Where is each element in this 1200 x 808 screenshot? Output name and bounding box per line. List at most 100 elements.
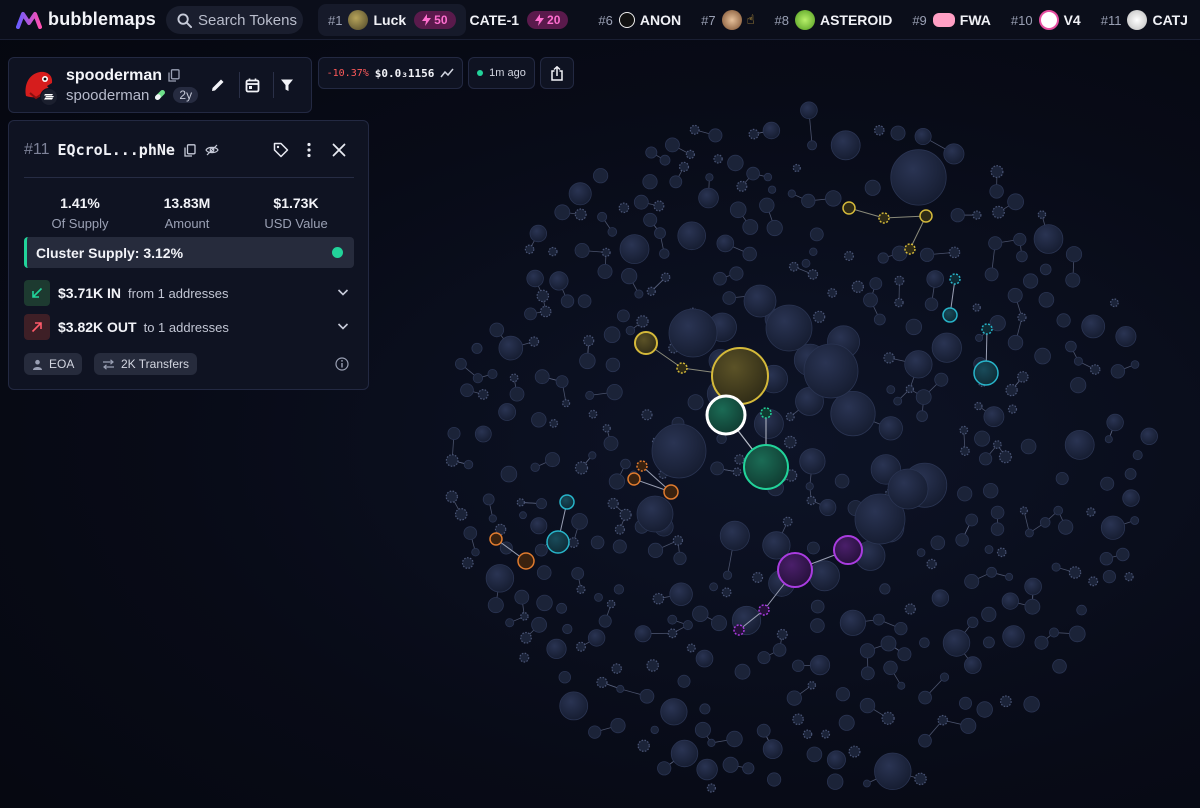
holder-bubble[interactable] bbox=[471, 548, 480, 557]
holder-bubble[interactable] bbox=[993, 440, 1002, 450]
holder-bubble[interactable] bbox=[787, 189, 796, 198]
selected-wallet-bubble[interactable] bbox=[705, 394, 747, 436]
holder-bubble[interactable] bbox=[613, 584, 625, 595]
holder-bubble[interactable] bbox=[670, 739, 699, 768]
holder-bubble[interactable] bbox=[1023, 696, 1040, 713]
holder-bubble[interactable] bbox=[1007, 287, 1023, 303]
holder-bubble[interactable] bbox=[955, 533, 969, 547]
holder-bubble[interactable] bbox=[989, 184, 1004, 199]
holder-bubble[interactable] bbox=[1132, 450, 1143, 461]
holder-bubble[interactable] bbox=[732, 467, 742, 477]
holder-bubble[interactable] bbox=[477, 389, 489, 400]
holder-bubble[interactable] bbox=[1102, 569, 1117, 584]
holder-bubble[interactable] bbox=[887, 468, 929, 510]
holder-bubble[interactable] bbox=[937, 714, 949, 726]
holder-bubble[interactable] bbox=[748, 128, 760, 140]
holder-bubble[interactable] bbox=[931, 332, 962, 363]
holder-bubble[interactable] bbox=[576, 584, 586, 594]
holder-bubble[interactable] bbox=[463, 526, 478, 540]
holder-bubble[interactable] bbox=[964, 574, 980, 590]
cluster-bubble-green[interactable] bbox=[743, 444, 789, 490]
holder-bubble[interactable] bbox=[1124, 572, 1134, 582]
holder-bubble[interactable] bbox=[819, 498, 837, 516]
holder-bubble[interactable] bbox=[520, 631, 532, 644]
holder-bubble[interactable] bbox=[863, 292, 878, 308]
holder-bubble[interactable] bbox=[803, 343, 859, 399]
holder-bubble[interactable] bbox=[807, 140, 818, 151]
holder-bubble[interactable] bbox=[530, 462, 540, 473]
holder-bubble[interactable] bbox=[594, 593, 603, 602]
holder-bubble[interactable] bbox=[801, 258, 811, 268]
holder-bubble[interactable] bbox=[1053, 505, 1063, 516]
holder-bubble[interactable] bbox=[646, 659, 659, 672]
holder-bubble[interactable] bbox=[1020, 438, 1037, 455]
holder-bubble[interactable] bbox=[736, 180, 748, 192]
holder-bubble[interactable] bbox=[1115, 325, 1137, 347]
holder-bubble[interactable] bbox=[694, 721, 711, 738]
holder-bubble[interactable] bbox=[759, 197, 775, 214]
holder-bubble[interactable] bbox=[1034, 635, 1049, 650]
holder-bubble[interactable] bbox=[873, 125, 885, 136]
holder-bubble[interactable] bbox=[809, 654, 831, 676]
holder-bubble[interactable] bbox=[713, 154, 723, 164]
search-tokens-button[interactable]: Search Tokens bbox=[166, 6, 303, 34]
holder-bubble[interactable] bbox=[534, 543, 548, 557]
holder-bubble[interactable] bbox=[914, 127, 932, 145]
holder-bubble[interactable] bbox=[879, 583, 891, 595]
holder-bubble[interactable] bbox=[916, 548, 926, 557]
holder-bubble[interactable] bbox=[509, 386, 525, 402]
holder-bubble[interactable] bbox=[848, 745, 861, 758]
holder-bubble[interactable] bbox=[905, 318, 923, 336]
holder-bubble[interactable] bbox=[713, 271, 727, 286]
holder-bubble[interactable] bbox=[883, 660, 898, 676]
holder-bubble[interactable] bbox=[1065, 246, 1083, 263]
holder-bubble[interactable] bbox=[471, 342, 483, 354]
holder-bubble[interactable] bbox=[514, 589, 530, 605]
holder-bubble[interactable] bbox=[890, 149, 947, 206]
holder-bubble[interactable] bbox=[488, 514, 497, 523]
holder-bubble[interactable] bbox=[785, 412, 795, 422]
holder-bubble[interactable] bbox=[957, 486, 973, 502]
holder-bubble[interactable] bbox=[990, 505, 1005, 520]
holder-bubble[interactable] bbox=[1088, 576, 1099, 587]
holder-bubble[interactable] bbox=[516, 498, 526, 507]
holder-bubble[interactable] bbox=[904, 603, 916, 615]
filter-button[interactable] bbox=[273, 71, 301, 99]
cluster-bubble-yellow[interactable] bbox=[878, 212, 890, 224]
holder-bubble[interactable] bbox=[976, 701, 993, 718]
holder-bubble[interactable] bbox=[1016, 371, 1029, 383]
holder-bubble[interactable] bbox=[924, 297, 939, 311]
holder-bubble[interactable] bbox=[1024, 577, 1042, 596]
holder-bubble[interactable] bbox=[1068, 566, 1082, 579]
app-logo[interactable]: bubblemaps bbox=[16, 9, 166, 30]
holder-bubble[interactable] bbox=[859, 697, 876, 714]
token-avatar[interactable] bbox=[20, 66, 58, 106]
cluster-bubble-green[interactable] bbox=[760, 407, 772, 419]
holder-bubble[interactable] bbox=[726, 730, 743, 748]
holder-bubble[interactable] bbox=[986, 566, 997, 578]
transfers-tag[interactable]: 2K Transfers bbox=[94, 353, 198, 375]
holder-bubble[interactable] bbox=[677, 221, 706, 251]
holder-bubble[interactable] bbox=[556, 602, 567, 614]
holder-bubble[interactable] bbox=[894, 621, 908, 636]
holder-bubble[interactable] bbox=[930, 535, 946, 551]
holder-bubble[interactable] bbox=[1140, 427, 1158, 446]
holder-bubble[interactable] bbox=[590, 535, 605, 550]
holder-bubble[interactable] bbox=[792, 713, 804, 726]
cluster-bubble-purple[interactable] bbox=[758, 604, 770, 616]
holder-bubble[interactable] bbox=[672, 535, 684, 546]
holder-bubble[interactable] bbox=[792, 659, 805, 673]
holder-bubble[interactable] bbox=[524, 307, 537, 321]
cluster-bubble-purple[interactable] bbox=[777, 552, 813, 588]
holder-bubble[interactable] bbox=[447, 426, 461, 440]
holder-bubble[interactable] bbox=[1100, 476, 1115, 491]
holder-bubble[interactable] bbox=[915, 389, 932, 406]
holder-bubble[interactable] bbox=[860, 666, 875, 681]
trending-item-catj[interactable]: #11 CATJ bbox=[1091, 4, 1198, 36]
holder-bubble[interactable] bbox=[801, 193, 816, 208]
holder-bubble[interactable] bbox=[1104, 435, 1113, 444]
holder-bubble[interactable] bbox=[851, 280, 865, 293]
cluster-bubble-cyan[interactable] bbox=[546, 530, 570, 554]
holder-bubble[interactable] bbox=[807, 680, 817, 690]
holder-bubble[interactable] bbox=[619, 508, 632, 521]
